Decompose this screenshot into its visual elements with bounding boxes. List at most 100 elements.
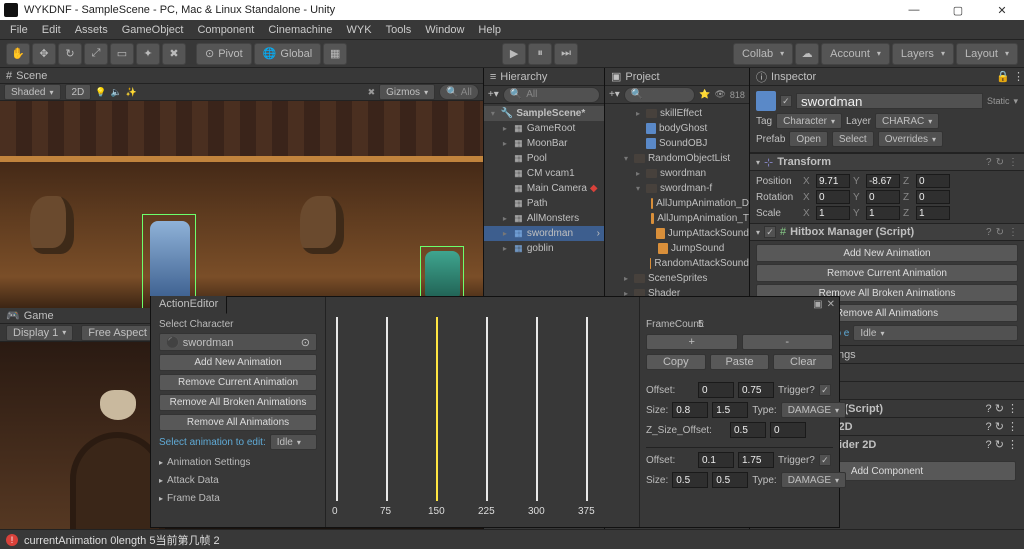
menu-tools[interactable]: Tools — [380, 22, 418, 38]
insp-add-anim[interactable]: Add New Animation — [756, 244, 1018, 262]
custom-tool-icon[interactable]: ✖ — [162, 43, 186, 65]
project-item[interactable]: AllJumpAnimation_D — [605, 196, 749, 211]
offset-x-2[interactable] — [698, 452, 734, 468]
hierarchy-swordman[interactable]: ▸▦swordman› — [484, 226, 604, 241]
display-dropdown[interactable]: Display 1 — [6, 325, 73, 341]
hitbox-enabled[interactable] — [764, 226, 776, 238]
action-editor-dock-icon[interactable]: ▣ — [813, 299, 822, 310]
pos-x[interactable] — [816, 174, 850, 188]
ae-foldout-attack[interactable]: Attack Data — [159, 471, 317, 486]
global-toggle[interactable]: 🌐 Global — [254, 43, 322, 65]
hierarchy-tab[interactable]: ≡ Hierarchy — [484, 68, 604, 86]
project-item[interactable]: bodyGhost — [605, 121, 749, 136]
favorites-icon[interactable]: ⭐ — [699, 89, 710, 100]
scene-search[interactable]: 🔍 All — [439, 84, 479, 100]
collab-button[interactable]: Collab — [733, 43, 793, 65]
ae-add-anim[interactable]: Add New Animation — [159, 354, 317, 371]
tag-dropdown[interactable]: Character — [776, 113, 842, 129]
scene-camera-icon[interactable]: ✖ — [368, 87, 376, 98]
inspector-lock-icon[interactable]: 🔒 ⋮ — [996, 70, 1024, 83]
scl-z[interactable] — [916, 206, 950, 220]
project-item[interactable]: JumpSound — [605, 241, 749, 256]
scl-y[interactable] — [866, 206, 900, 220]
scene-audio-icon[interactable]: 🔈 — [111, 87, 122, 98]
size-y-1[interactable] — [712, 402, 748, 418]
menu-help[interactable]: Help — [472, 22, 507, 38]
project-item[interactable]: AllJumpAnimation_T — [605, 211, 749, 226]
menu-component[interactable]: Component — [191, 22, 260, 38]
hierarchy-gameroot[interactable]: ▸▦GameRoot — [484, 121, 604, 136]
project-item[interactable]: ▾swordman-f — [605, 181, 749, 196]
hidden-icon[interactable]: 👁 — [714, 89, 725, 100]
layout-menu[interactable]: Layout — [956, 43, 1018, 65]
project-item[interactable]: SoundOBJ — [605, 136, 749, 151]
transform-header[interactable]: ⊹ Transform ?↻⋮ — [750, 153, 1024, 171]
object-name-field[interactable] — [796, 93, 983, 109]
scene-fx-icon[interactable]: ✨ — [126, 87, 137, 98]
scene-light-icon[interactable]: 💡 — [95, 87, 106, 98]
inspector-tab[interactable]: ⓘ Inspector 🔒 ⋮ — [750, 68, 1024, 86]
timeline[interactable]: 0 75 150 225 300 375 — [326, 297, 639, 527]
minus-button[interactable]: - — [742, 334, 834, 350]
scl-x[interactable] — [816, 206, 850, 220]
gameobject-icon[interactable] — [756, 91, 776, 111]
maximize-button[interactable]: ▢ — [936, 0, 980, 20]
hierarchy-moonbar[interactable]: ▸▦MoonBar — [484, 136, 604, 151]
project-search[interactable]: 🔍 — [624, 87, 695, 103]
type-dropdown-2[interactable]: DAMAGE — [781, 472, 846, 488]
project-create-icon[interactable]: +▾ — [609, 89, 620, 100]
static-dropdown-icon[interactable]: ▾ — [1013, 96, 1018, 107]
project-item[interactable]: JumpAttackSound — [605, 226, 749, 241]
ae-remove-broken[interactable]: Remove All Broken Animations — [159, 394, 317, 411]
hierarchy-create-icon[interactable]: +▾ — [488, 89, 499, 100]
error-icon[interactable]: ! — [6, 534, 18, 546]
scene-root[interactable]: ▾🔧 SampleScene* — [484, 106, 604, 121]
pause-button[interactable]: ⏸ — [528, 43, 552, 65]
move-tool-icon[interactable]: ✥ — [32, 43, 56, 65]
rot-x[interactable] — [816, 190, 850, 204]
snap-icon[interactable]: ▦ — [323, 43, 347, 65]
project-item[interactable]: ▸skillEffect — [605, 106, 749, 121]
action-editor-tab[interactable]: ActionEditor — [151, 296, 227, 314]
rot-y[interactable] — [866, 190, 900, 204]
reset-icon[interactable]: ↻ — [996, 157, 1004, 168]
size-x-2[interactable] — [672, 472, 708, 488]
pos-z[interactable] — [916, 174, 950, 188]
offset-y-1[interactable] — [738, 382, 774, 398]
hierarchy-cmvcam[interactable]: ▦CM vcam1 — [484, 166, 604, 181]
layer-dropdown[interactable]: CHARAC — [875, 113, 939, 129]
project-item[interactable]: ▸swordman — [605, 166, 749, 181]
rot-z[interactable] — [916, 190, 950, 204]
layers-menu[interactable]: Layers — [892, 43, 954, 65]
trigger-checkbox-2[interactable] — [819, 454, 831, 466]
character-dropdown[interactable]: ⚫ swordman⊙ — [159, 333, 317, 351]
hierarchy-path[interactable]: ▦Path — [484, 196, 604, 211]
transform-tool-icon[interactable]: ✦ — [136, 43, 160, 65]
trigger-checkbox-1[interactable] — [819, 384, 831, 396]
gizmos-dropdown[interactable]: Gizmos — [379, 84, 435, 100]
rect-tool-icon[interactable]: ▭ — [110, 43, 134, 65]
hand-tool-icon[interactable]: ✋ — [6, 43, 30, 65]
offset-x-1[interactable] — [698, 382, 734, 398]
hitbox-header[interactable]: # Hitbox Manager (Script) ?↻⋮ — [750, 223, 1024, 241]
menu-wyk[interactable]: WYK — [341, 22, 378, 38]
ae-foldout-animset[interactable]: Animation Settings — [159, 453, 317, 468]
size-x-1[interactable] — [672, 402, 708, 418]
context-icon[interactable]: ⋮ — [1008, 157, 1018, 168]
menu-window[interactable]: Window — [419, 22, 470, 38]
type-dropdown-1[interactable]: DAMAGE — [781, 402, 846, 418]
scale-tool-icon[interactable]: ⤢ — [84, 43, 108, 65]
2d-toggle[interactable]: 2D — [65, 84, 92, 100]
hierarchy-pool[interactable]: ▦Pool — [484, 151, 604, 166]
play-button[interactable]: ▶ — [502, 43, 526, 65]
close-button[interactable]: ✕ — [980, 0, 1024, 20]
minimize-button[interactable]: — — [892, 0, 936, 20]
menu-assets[interactable]: Assets — [69, 22, 114, 38]
hierarchy-maincam[interactable]: ▦Main Camera ◆ — [484, 181, 604, 196]
action-editor-close-icon[interactable]: ✕ — [827, 299, 835, 310]
scene-viewport[interactable] — [0, 101, 483, 308]
hierarchy-search[interactable]: 🔍 All — [503, 87, 600, 103]
size-y-2[interactable] — [712, 472, 748, 488]
pos-y[interactable] — [866, 174, 900, 188]
prefab-select[interactable]: Select — [832, 131, 874, 147]
